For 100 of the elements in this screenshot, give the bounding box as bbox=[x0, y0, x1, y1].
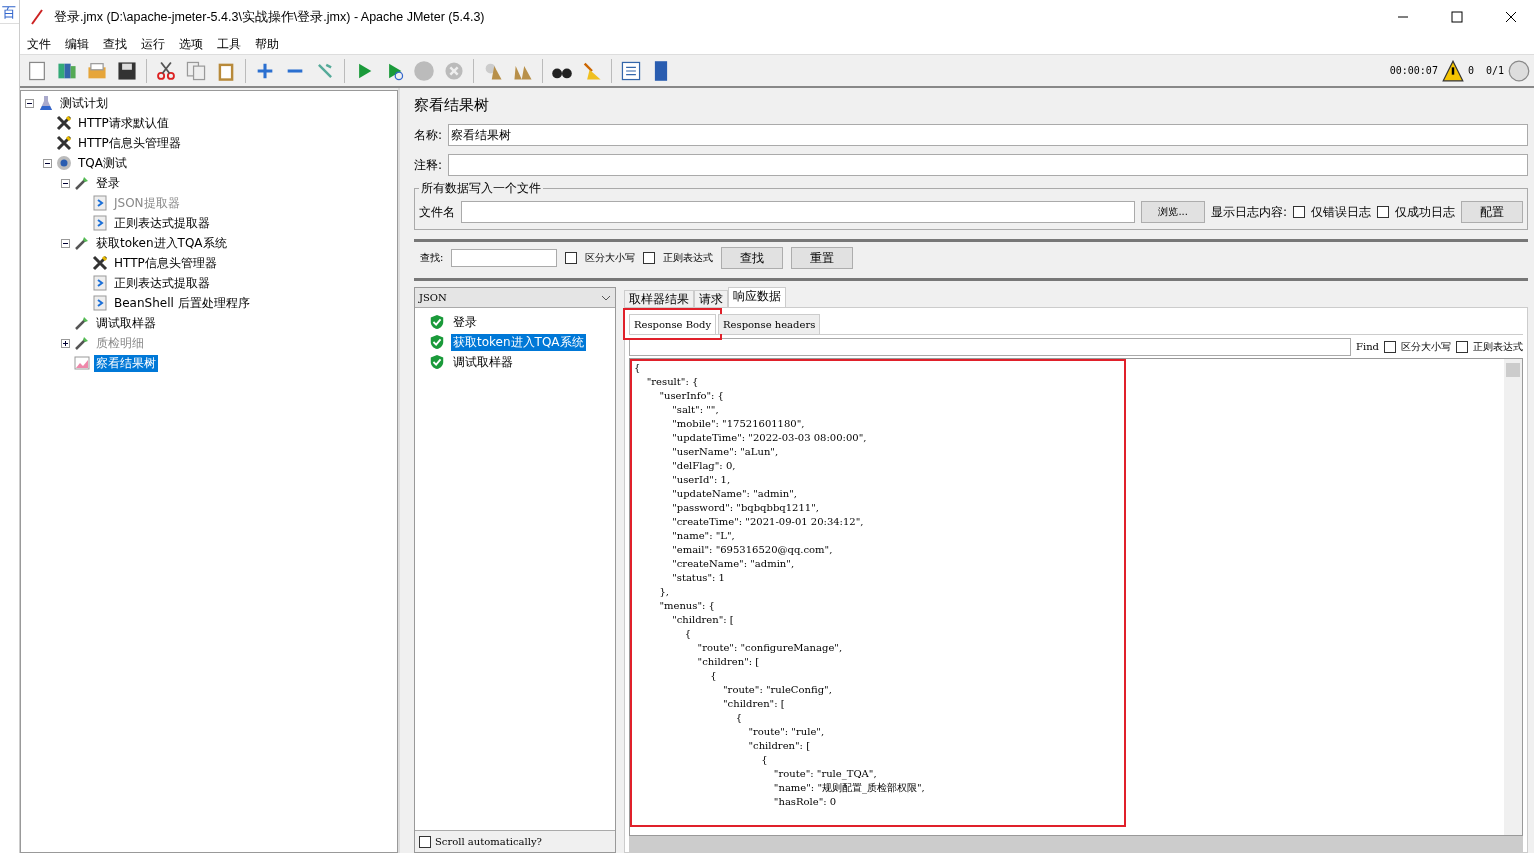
tree-node-label[interactable]: TQA测试 bbox=[76, 154, 129, 172]
code-line: "children": [ bbox=[696, 655, 761, 669]
pipette-icon bbox=[73, 234, 91, 252]
checkbox[interactable] bbox=[1456, 340, 1468, 353]
menu-item[interactable]: 查找 bbox=[98, 34, 132, 54]
tree-node-label[interactable]: HTTP信息头管理器 bbox=[76, 134, 183, 152]
checkbox[interactable] bbox=[565, 252, 578, 264]
menu-item[interactable]: 文件 bbox=[22, 34, 56, 54]
tree-node-label[interactable]: BeanShell 后置处理程序 bbox=[112, 294, 252, 312]
panel-title: 察看结果树 bbox=[414, 95, 490, 116]
tree-node-label[interactable]: 正则表达式提取器 bbox=[112, 214, 212, 232]
code-line: "route": "rule_TQA", bbox=[772, 767, 878, 781]
tree-node-label[interactable]: HTTP请求默认值 bbox=[76, 114, 171, 132]
menu-item[interactable]: 选项 bbox=[174, 34, 208, 54]
menu-item[interactable]: 编辑 bbox=[60, 34, 94, 54]
scrollbar-thumb[interactable] bbox=[1506, 363, 1520, 377]
result-item[interactable]: 获取token进入TQA系统 bbox=[451, 333, 586, 351]
checkbox[interactable] bbox=[643, 252, 656, 264]
new-document-icon[interactable] bbox=[26, 59, 48, 82]
code-line: "createName": "admin", bbox=[671, 557, 796, 571]
checkbox[interactable] bbox=[1377, 206, 1389, 218]
pipette-icon bbox=[73, 314, 91, 332]
code-line: "hasRole": 0 bbox=[772, 795, 838, 809]
tree-node-label[interactable]: 正则表达式提取器 bbox=[112, 274, 212, 292]
checkbox-label: 仅成功日志 bbox=[1395, 203, 1455, 221]
tree-node-label[interactable]: 调试取样器 bbox=[94, 314, 158, 332]
code-line: "updateTime": "2022-03-03 08:00:00", bbox=[671, 431, 868, 445]
renderer-dropdown[interactable]: JSON bbox=[415, 288, 615, 308]
scissors-icon[interactable] bbox=[155, 59, 177, 82]
checkbox[interactable] bbox=[1384, 340, 1396, 353]
result-item[interactable]: 登录 bbox=[451, 313, 479, 331]
menu-item[interactable]: 工具 bbox=[212, 34, 246, 54]
group-title: 所有数据写入一个文件 bbox=[420, 180, 542, 197]
horizontal-scrollbar[interactable] bbox=[629, 836, 1523, 852]
tree-node-label[interactable]: HTTP信息头管理器 bbox=[112, 254, 219, 272]
wrench-icon bbox=[55, 134, 73, 152]
search-label: 查找: bbox=[420, 251, 444, 265]
comment-field[interactable] bbox=[448, 154, 1528, 176]
warning-icon bbox=[1441, 59, 1464, 82]
list-icon[interactable] bbox=[620, 59, 642, 82]
code-line: "status": 1 bbox=[671, 571, 726, 585]
collapse-toggle-icon[interactable] bbox=[43, 158, 52, 168]
maximize-icon[interactable] bbox=[1451, 11, 1463, 23]
menu-item[interactable]: 帮助 bbox=[250, 34, 284, 54]
close-icon[interactable] bbox=[1505, 11, 1517, 23]
comment-label: 注释: bbox=[414, 156, 443, 174]
tree-node-label[interactable]: 登录 bbox=[94, 174, 122, 192]
code-line: "createTime": "2021-09-01 20:34:12", bbox=[671, 515, 865, 529]
code-line: { bbox=[683, 627, 693, 641]
elapsed-time: 00:00:07 bbox=[1389, 65, 1438, 76]
checkbox-label: 区分大小写 bbox=[1401, 339, 1451, 354]
checkbox-label: Scroll automatically? bbox=[435, 836, 542, 847]
code-line: "menus": { bbox=[658, 599, 716, 613]
collapse-toggle-icon[interactable] bbox=[25, 98, 34, 108]
code-line: "name": "L", bbox=[671, 529, 736, 543]
tab[interactable]: 请求 bbox=[694, 290, 728, 307]
save-icon[interactable] bbox=[116, 59, 138, 82]
code-line: "children": [ bbox=[722, 697, 786, 711]
wrench-icon bbox=[55, 114, 73, 132]
code-line: "name": "规则配置_质检部权限", bbox=[772, 781, 926, 795]
name-field[interactable]: 察看结果树 bbox=[448, 124, 1528, 146]
collapse-toggle-icon[interactable] bbox=[61, 238, 70, 248]
find-button[interactable]: 查找 bbox=[721, 247, 784, 269]
tab[interactable]: 取样器结果 bbox=[624, 290, 694, 307]
code-line: "delFlag": 0, bbox=[671, 459, 737, 473]
filename-field[interactable] bbox=[461, 201, 1136, 223]
code-line: }, bbox=[658, 585, 670, 599]
flask-icon bbox=[37, 94, 55, 112]
checkbox[interactable] bbox=[1293, 206, 1305, 218]
chart-icon bbox=[73, 354, 91, 372]
vertical-scrollbar[interactable] bbox=[1504, 359, 1522, 835]
tree-node-label[interactable]: 察看结果树 bbox=[94, 354, 158, 372]
shield-check-icon bbox=[429, 314, 445, 330]
log-label: 显示日志内容: bbox=[1210, 203, 1287, 221]
result-item[interactable]: 调试取样器 bbox=[451, 353, 515, 371]
copy-icon[interactable] bbox=[185, 59, 207, 82]
tab[interactable]: Response headers bbox=[718, 314, 821, 334]
checkbox[interactable] bbox=[419, 835, 431, 848]
pipette-icon bbox=[73, 334, 91, 352]
code-line: { bbox=[709, 669, 718, 683]
pipette-icon bbox=[73, 174, 91, 192]
tab[interactable]: 响应数据 bbox=[728, 287, 786, 307]
search-field[interactable] bbox=[451, 249, 558, 267]
code-line: "userName": "aLun", bbox=[671, 445, 780, 459]
find-field[interactable] bbox=[629, 337, 1351, 356]
shield-check-icon bbox=[429, 354, 445, 370]
tree-node-label[interactable]: 获取token进入TQA系统 bbox=[94, 234, 229, 252]
find-label: Find bbox=[1356, 341, 1379, 352]
gear-icon bbox=[55, 154, 73, 172]
browse-button[interactable]: 浏览... bbox=[1141, 201, 1205, 223]
warning-count: 0 bbox=[1467, 65, 1474, 76]
config-button[interactable]: 配置 bbox=[1461, 201, 1523, 223]
code-line: "route": "ruleConfig", bbox=[722, 683, 833, 697]
menu-item[interactable]: 运行 bbox=[136, 34, 170, 54]
code-line: "userInfo": { bbox=[658, 389, 725, 403]
tree-node-label[interactable]: 测试计划 bbox=[58, 94, 110, 112]
code-line: { bbox=[734, 711, 744, 725]
shield-check-icon bbox=[429, 334, 445, 350]
reset-button[interactable]: 重置 bbox=[791, 247, 854, 269]
collapse-toggle-icon[interactable] bbox=[61, 178, 70, 188]
